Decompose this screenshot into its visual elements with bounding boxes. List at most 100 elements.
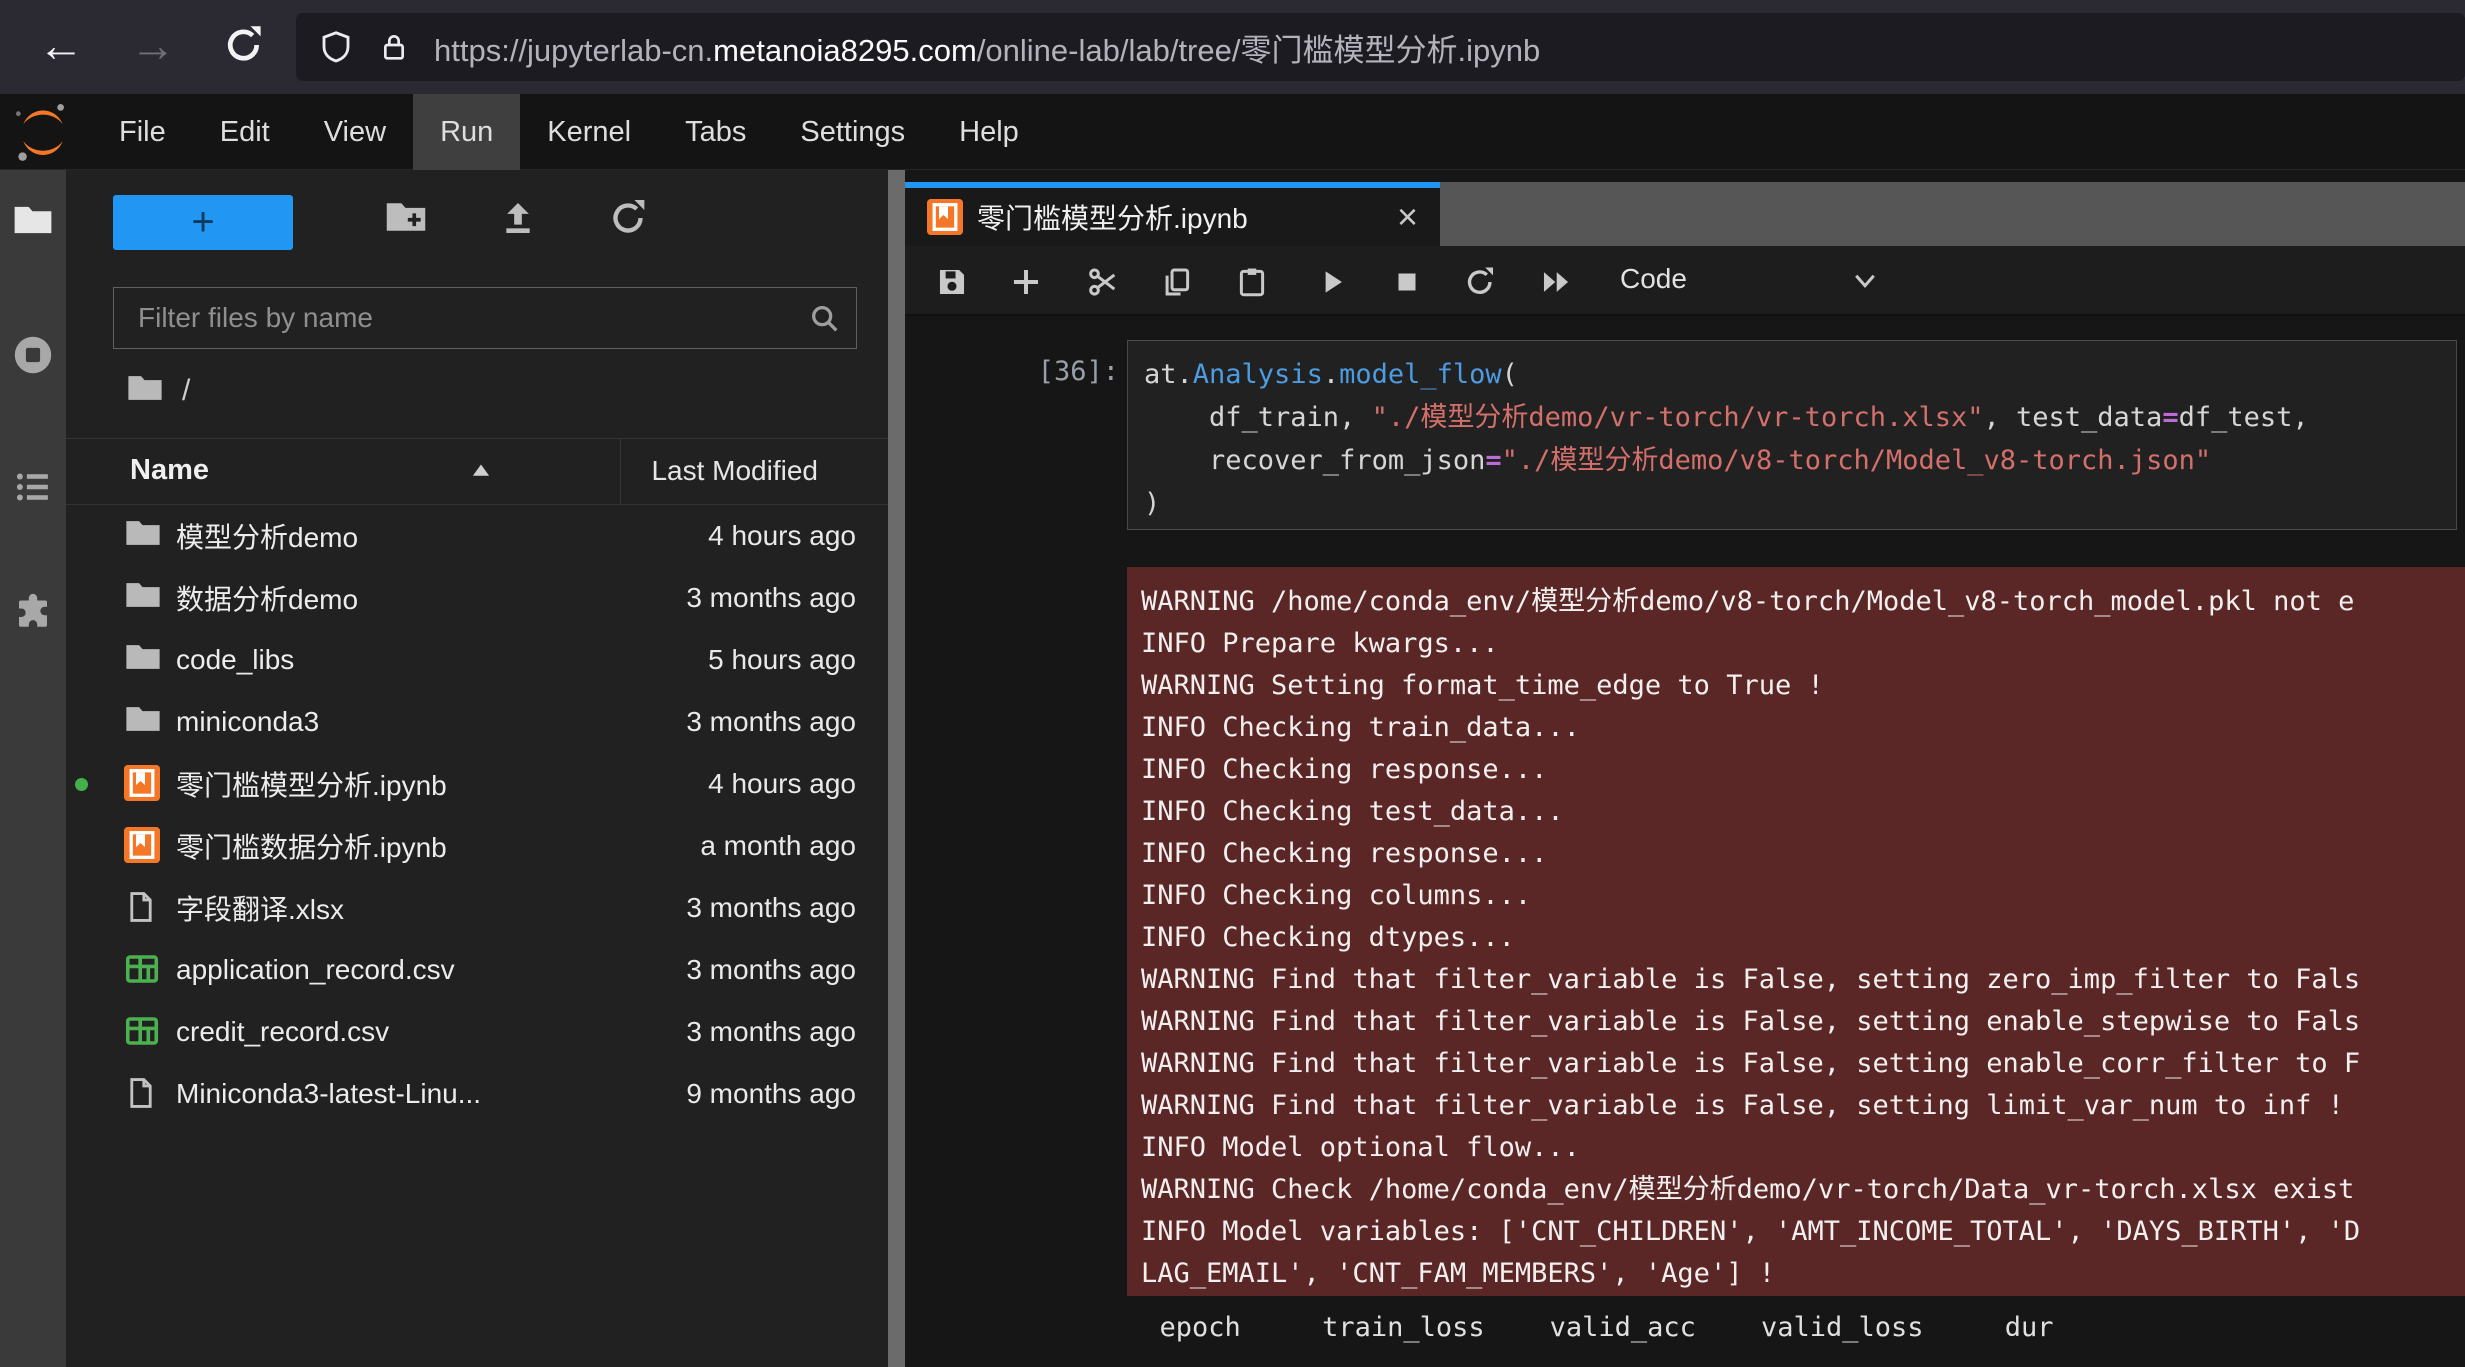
breadcrumb-root: / xyxy=(182,374,190,408)
menu-item-settings[interactable]: Settings xyxy=(773,94,932,170)
file-name: 模型分析demo xyxy=(176,516,358,556)
lock-icon[interactable] xyxy=(378,28,410,66)
back-icon[interactable]: ← xyxy=(38,0,84,94)
chevron-down-icon[interactable] xyxy=(1850,270,1880,299)
column-name[interactable]: Name xyxy=(130,454,209,487)
notebook-icon xyxy=(927,199,963,235)
file-list: 模型分析demo4 hours ago数据分析demo3 months agoc… xyxy=(66,505,888,1125)
filter-files-input[interactable] xyxy=(114,288,856,348)
file-name: credit_record.csv xyxy=(176,1016,389,1048)
stderr-log-text: WARNING /home/conda_env/模型分析demo/v8-torc… xyxy=(1127,567,2465,1295)
reload-icon[interactable] xyxy=(222,0,266,92)
menu-item-run[interactable]: Run xyxy=(413,94,520,170)
code-line: df_train, "./模型分析demo/vr-torch/vr-torch.… xyxy=(1144,396,2456,439)
refresh-icon[interactable] xyxy=(608,198,648,243)
file-row[interactable]: credit_record.csv 3 months ago xyxy=(66,1001,888,1063)
cut-cells-icon[interactable] xyxy=(1085,265,1121,304)
file-modified: 4 hours ago xyxy=(708,520,856,552)
running-kernels-icon[interactable] xyxy=(0,332,66,378)
running-dot xyxy=(75,778,88,791)
file-browser-panel: + / Name Last Modified xyxy=(66,170,888,1367)
url-text: https://jupyterlab-cn.metanoia8295.com/o… xyxy=(434,25,1540,70)
home-folder-icon[interactable] xyxy=(126,372,164,409)
column-divider xyxy=(620,439,621,504)
close-tab-icon[interactable]: × xyxy=(1397,188,1418,246)
file-modified: 4 hours ago xyxy=(708,768,856,800)
spreadsheet-icon xyxy=(124,951,160,992)
file-row[interactable]: code_libs5 hours ago xyxy=(66,629,888,691)
file-name: 数据分析demo xyxy=(176,578,358,618)
new-folder-icon[interactable] xyxy=(384,198,428,241)
jupyterlab-window: ← → https://jupyterlab-cn.metanoia8295.c… xyxy=(0,0,2465,1367)
file-row[interactable]: Miniconda3-latest-Linu...9 months ago xyxy=(66,1063,888,1125)
file-row[interactable]: 字段翻译.xlsx3 months ago xyxy=(66,877,888,939)
url-bar[interactable]: https://jupyterlab-cn.metanoia8295.com/o… xyxy=(296,13,2465,81)
menu-item-file[interactable]: File xyxy=(92,94,193,170)
file-row[interactable]: 模型分析demo 4 hours ago xyxy=(66,505,888,567)
spreadsheet-icon xyxy=(124,1013,160,1054)
file-name: 字段翻译.xlsx xyxy=(176,888,344,928)
breadcrumb[interactable]: / xyxy=(126,372,190,409)
cell-type-select[interactable]: Code xyxy=(1620,263,1687,295)
menu-item-edit[interactable]: Edit xyxy=(193,94,297,170)
folder-icon xyxy=(124,517,162,554)
file-icon xyxy=(124,1075,158,1116)
run-cell-icon[interactable] xyxy=(1315,265,1349,304)
folder-icon xyxy=(124,579,162,616)
file-row[interactable]: miniconda3 3 months ago xyxy=(66,691,888,753)
new-launcher-button[interactable]: + xyxy=(113,195,293,250)
code-lines: at.Analysis.model_flow( df_train, "./模型分… xyxy=(1128,341,2456,525)
save-icon[interactable] xyxy=(935,265,969,304)
left-activity-bar xyxy=(0,170,66,1367)
shield-icon[interactable] xyxy=(318,27,354,67)
menu-item-tabs[interactable]: Tabs xyxy=(658,94,773,170)
interrupt-kernel-icon[interactable] xyxy=(1390,265,1424,304)
code-line: ) xyxy=(1144,482,2456,525)
file-row[interactable]: 零门槛数据分析.ipynba month ago xyxy=(66,815,888,877)
notebook-tab[interactable]: 零门槛模型分析.ipynb × xyxy=(905,182,1440,246)
tab-title: 零门槛模型分析.ipynb xyxy=(977,197,1248,237)
jupyter-logo-icon xyxy=(12,101,74,168)
menu-item-kernel[interactable]: Kernel xyxy=(520,94,658,170)
paste-cells-icon[interactable] xyxy=(1235,265,1269,304)
notebook-icon xyxy=(124,765,160,806)
file-name: Miniconda3-latest-Linu... xyxy=(176,1078,481,1110)
file-row[interactable]: application_record.csv3 months ago xyxy=(66,939,888,1001)
sort-ascending-icon[interactable] xyxy=(466,459,496,490)
notebook-toolbar: Code xyxy=(905,246,2465,316)
file-list-header: Name Last Modified xyxy=(66,438,888,505)
upload-icon[interactable] xyxy=(498,198,538,243)
browser-toolbar: ← → https://jupyterlab-cn.metanoia8295.c… xyxy=(0,0,2465,94)
dock-tab-bar: 零门槛模型分析.ipynb × xyxy=(905,182,2465,246)
code-line: recover_from_json="./模型分析demo/v8-torch/M… xyxy=(1144,439,2456,482)
extensions-icon[interactable] xyxy=(0,590,66,632)
file-name: miniconda3 xyxy=(176,706,319,738)
search-icon xyxy=(808,302,842,341)
file-modified: 3 months ago xyxy=(686,706,856,738)
file-row[interactable]: 数据分析demo3 months ago xyxy=(66,567,888,629)
file-name: code_libs xyxy=(176,644,294,676)
file-modified: 3 months ago xyxy=(686,1016,856,1048)
code-cell-editor[interactable]: at.Analysis.model_flow( df_train, "./模型分… xyxy=(1127,340,2457,530)
column-last-modified[interactable]: Last Modified xyxy=(651,455,818,487)
menu-item-help[interactable]: Help xyxy=(932,94,1046,170)
file-modified: a month ago xyxy=(700,830,856,862)
table-of-contents-icon[interactable] xyxy=(0,466,66,508)
menu-item-view[interactable]: View xyxy=(297,94,413,170)
forward-icon[interactable]: → xyxy=(130,0,176,94)
copy-cells-icon[interactable] xyxy=(1160,265,1194,304)
folder-icon[interactable] xyxy=(0,202,66,238)
restart-run-all-icon[interactable] xyxy=(1537,265,1575,304)
cell-stderr-output: WARNING /home/conda_env/模型分析demo/v8-torc… xyxy=(1127,567,2465,1296)
restart-kernel-icon[interactable] xyxy=(1463,265,1497,304)
folder-icon xyxy=(124,703,162,740)
cell-execution-prompt: [36]: xyxy=(1003,356,1119,387)
panel-splitter[interactable] xyxy=(888,170,905,1367)
add-cell-icon[interactable] xyxy=(1009,265,1043,304)
file-name: application_record.csv xyxy=(176,954,455,986)
notebook-main-area: 零门槛模型分析.ipynb × xyxy=(905,170,2465,1367)
file-row[interactable]: 零门槛模型分析.ipynb4 hours ago xyxy=(66,753,888,815)
code-line: at.Analysis.model_flow( xyxy=(1144,353,2456,396)
jupyterlab-menu-bar: FileEditViewRunKernelTabsSettingsHelp xyxy=(0,94,2465,170)
file-icon xyxy=(124,889,158,930)
